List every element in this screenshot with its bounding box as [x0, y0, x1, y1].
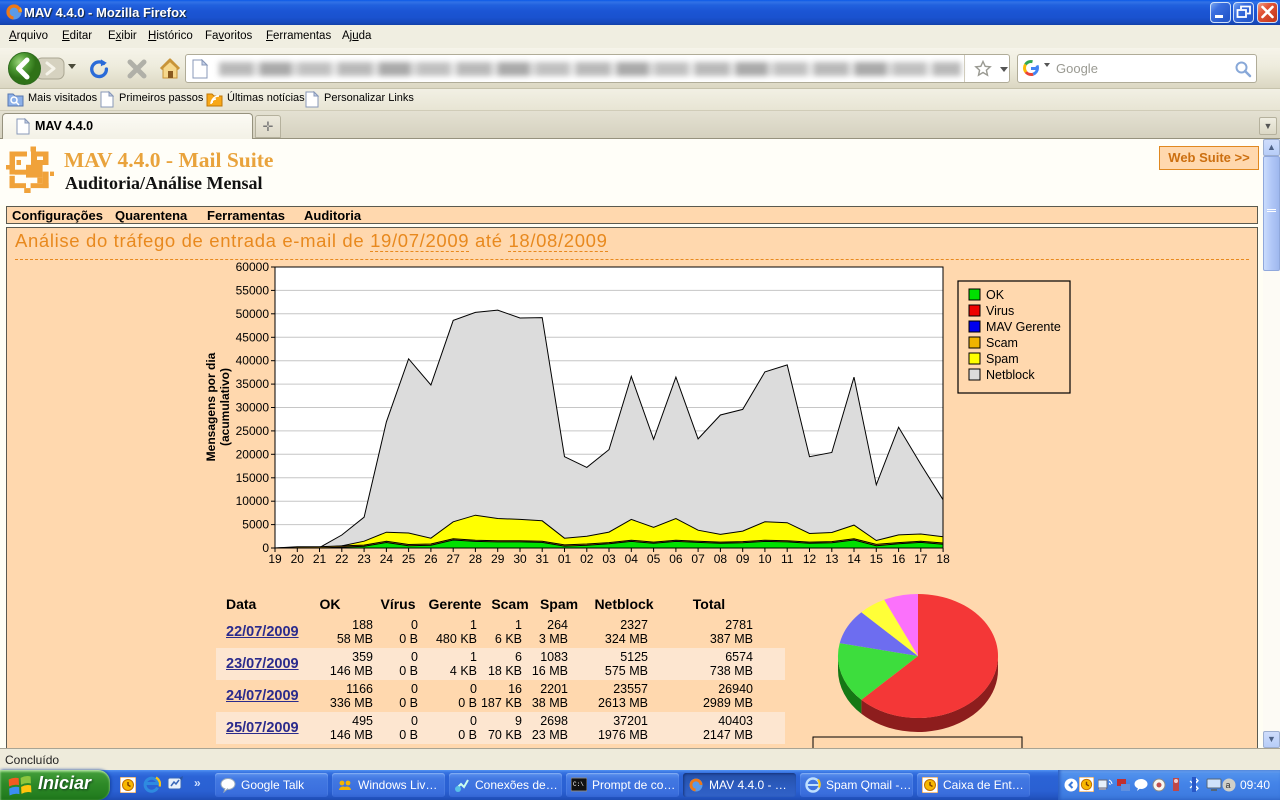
svg-text:C:\: C:\ [573, 781, 584, 788]
svg-text:a: a [1226, 780, 1231, 790]
